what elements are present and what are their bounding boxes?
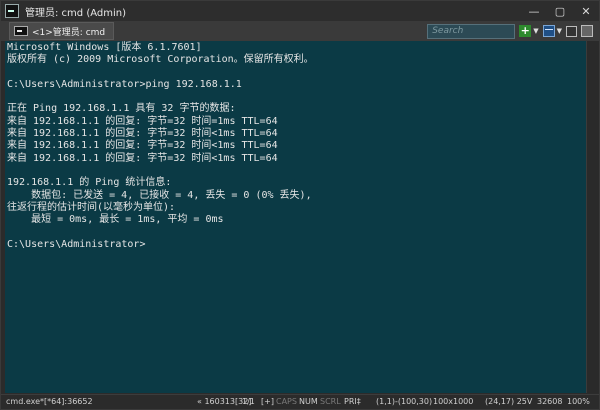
console-text: Microsoft Windows [版本 6.1.7601] 版权所有 (c)… [7,42,314,250]
layout-button[interactable] [581,24,599,38]
split-panes-button[interactable]: ▼ [542,24,562,38]
grid-icon [581,25,593,37]
window-icon [566,25,577,37]
vertical-scrollbar[interactable] [586,41,599,393]
close-button[interactable]: ✕ [573,1,599,21]
status-buffer: 32608 [537,397,563,406]
new-console-button[interactable]: + ▼ [519,24,539,38]
minimize-button[interactable]: — [521,1,547,21]
search-input[interactable] [427,23,516,39]
status-bar: cmd.exe*[*64]:36652 « 160313[32] 1/1 [+]… [1,394,599,409]
status-zoom[interactable]: 100% [567,395,590,409]
console-app-icon[interactable] [5,4,19,18]
console-output[interactable]: Microsoft Windows [版本 6.1.7601] 版权所有 (c)… [5,41,586,393]
title-bar[interactable]: 管理员: cmd (Admin) — ▢ ✕ [1,1,599,21]
status-cursor: (1,1)-(100,30) [376,397,433,406]
status-scrl: SCRL [320,397,341,406]
status-process[interactable]: cmd.exe*[*64]:36652 [6,395,93,409]
plus-icon: + [519,24,532,37]
status-num: NUM [299,397,318,406]
console-tab-icon [14,26,28,36]
view-toggle-button[interactable] [566,24,577,38]
chevron-down-icon: ▼ [533,27,539,35]
status-console-index[interactable]: 1/1 [242,395,255,409]
status-size: 100x1000 [433,397,474,406]
status-pos: (24,17) 25V [485,397,533,406]
window-controls: — ▢ ✕ [521,1,599,21]
maximize-button[interactable]: ▢ [547,1,573,21]
tab-label: <1>管理员: cmd [32,27,106,38]
status-caps: CAPS [276,397,297,406]
status-plus[interactable]: [+] [261,395,274,409]
panes-icon [542,25,555,37]
chevron-down-icon: ▼ [556,27,562,35]
tab-cmd[interactable]: <1>管理员: cmd [9,22,115,40]
tab-toolbar: <1>管理员: cmd + ▼ ▼ [1,21,599,41]
status-pri[interactable]: PRI‡ [344,395,361,409]
window-title: 管理员: cmd (Admin) [25,7,126,19]
console-window: 管理员: cmd (Admin) — ▢ ✕ <1>管理员: cmd + ▼ ▼… [0,0,600,410]
